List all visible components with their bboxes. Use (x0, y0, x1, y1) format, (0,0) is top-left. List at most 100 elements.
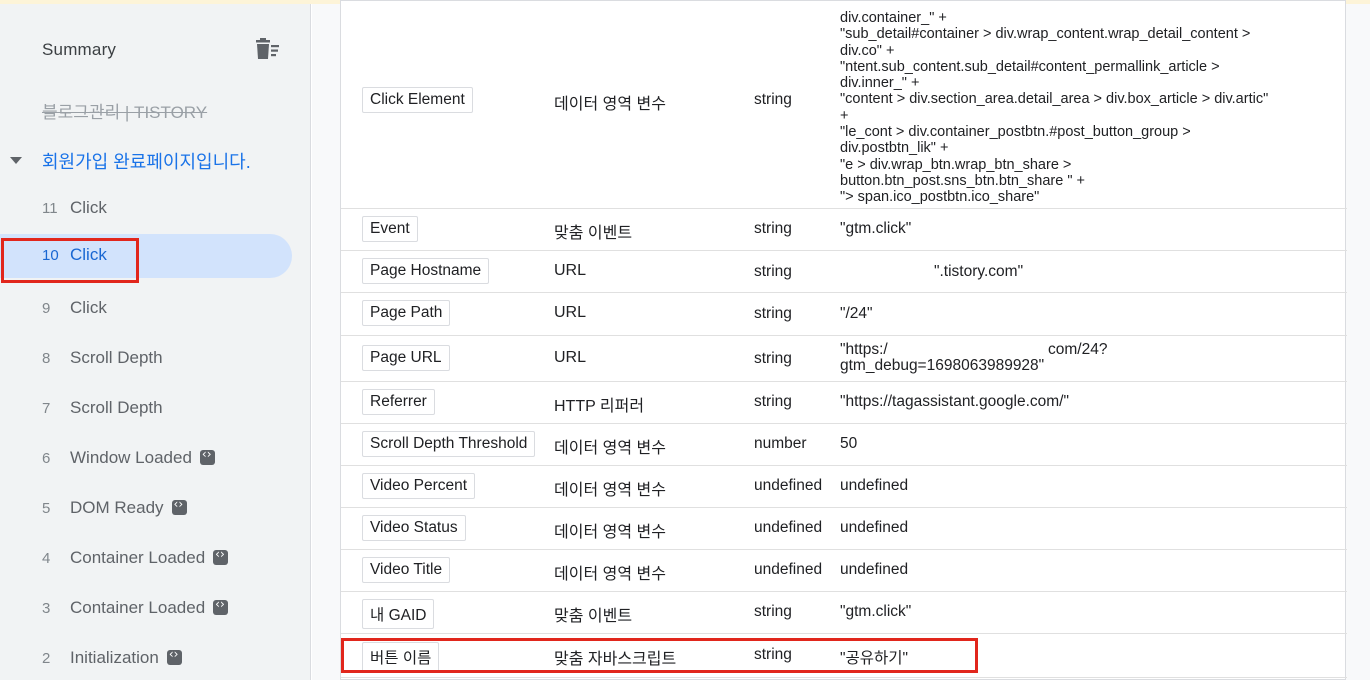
variable-name-chip[interactable]: Scroll Depth Threshold (362, 431, 536, 457)
variable-value: undefined (840, 561, 909, 578)
event-number: 2 (42, 650, 51, 667)
event-item[interactable]: 6 Window Loaded (0, 437, 292, 481)
variable-value: undefined (840, 519, 909, 536)
variables-panel: Click Element 데이터 영역 변수 string div.conta… (312, 0, 1370, 680)
variable-type: URL (554, 262, 587, 279)
code-icon (213, 597, 229, 615)
variable-type: 데이터 영역 변수 (554, 482, 666, 499)
variable-type: URL (554, 349, 587, 366)
page-row[interactable]: 회원가입 완료페이지입니다. (0, 144, 300, 178)
variable-name-chip[interactable]: Page Path (362, 300, 451, 326)
variable-value: "gtm.click" (840, 220, 912, 237)
event-name-text: DOM Ready (70, 498, 164, 517)
value-line: div.co" + (840, 42, 895, 59)
table-row: Click Element 데이터 영역 변수 string div.conta… (341, 1, 1347, 209)
event-number: 9 (42, 300, 51, 317)
event-number: 7 (42, 400, 51, 417)
event-item[interactable]: 11 Click (0, 187, 292, 231)
return-type: number (754, 435, 807, 452)
value-line: + (840, 107, 849, 124)
value-line: div.postbtn_lik" + (840, 140, 949, 157)
event-name: DOM Ready (70, 497, 187, 518)
event-name: Scroll Depth (70, 398, 163, 417)
value-line: div.container_" + (840, 10, 947, 26)
variable-value: ".tistory.com" (934, 263, 1024, 280)
table-row: Video Title 데이터 영역 변수 undefined undefine… (341, 550, 1347, 592)
clear-messages-icon[interactable] (254, 38, 280, 60)
page-title[interactable]: 회원가입 완료페이지입니다. (42, 148, 251, 174)
value-line: "ntent.sub_content.sub_detail#content_pe… (840, 58, 1220, 75)
variable-type: 데이터 영역 변수 (554, 524, 666, 541)
code-icon (171, 497, 187, 515)
variable-type: 데이터 영역 변수 (554, 96, 666, 113)
variable-type: 데이터 영역 변수 (554, 566, 666, 583)
variable-name-chip[interactable]: Referrer (362, 389, 435, 415)
event-number: 5 (42, 500, 51, 517)
table-row: 내 GAID 맞춤 이벤트 string "gtm.click" (341, 592, 1347, 634)
highlight-box-selected-event (1, 238, 139, 283)
table-row: Scroll Depth Threshold 데이터 영역 변수 number … (341, 424, 1347, 466)
event-name: Initialization (70, 647, 182, 668)
sidebar: Summary 블로그관리 | TISTORY 회원가입 완료페이지입니다. 1… (0, 4, 311, 680)
variable-type: 맞춤 이벤트 (554, 608, 633, 625)
event-item[interactable]: 4 Container Loaded (0, 537, 292, 581)
return-type: string (754, 603, 792, 620)
value-line: "> span.ico_postbtn.ico_share" (840, 189, 1040, 206)
event-item[interactable]: 9 Click (0, 287, 292, 331)
blog-title[interactable]: 블로그관리 | TISTORY (42, 98, 207, 123)
variable-type: 데이터 영역 변수 (554, 440, 666, 457)
code-icon (199, 447, 215, 465)
table-row: Video Status 데이터 영역 변수 undefined undefin… (341, 508, 1347, 550)
return-type: string (754, 91, 792, 108)
event-name: Click (70, 298, 107, 317)
summary-link[interactable]: Summary (42, 40, 116, 60)
variable-type: URL (554, 304, 587, 321)
event-item[interactable]: 2 Initialization (0, 637, 292, 680)
variable-value: "/24" (840, 305, 873, 322)
variable-name-chip[interactable]: Video Percent (362, 473, 476, 499)
event-item[interactable]: 3 Container Loaded (0, 587, 292, 631)
event-name-text: Window Loaded (70, 448, 192, 467)
value-line: "le_cont > div.container_postbtn.#post_b… (840, 124, 1191, 141)
return-type: string (754, 220, 792, 237)
variable-value: 50 (840, 435, 858, 452)
event-item[interactable]: 7 Scroll Depth (0, 387, 292, 431)
code-icon (213, 547, 229, 565)
event-number: 8 (42, 350, 51, 367)
event-name-text: Container Loaded (70, 548, 206, 567)
variable-name-chip[interactable]: Event (362, 216, 418, 242)
table-row: Page URL URL string "https:/ com/24? gtm… (341, 336, 1347, 382)
return-type: string (754, 263, 792, 280)
value-line: "e > div.wrap_btn.wrap_btn_share > (840, 156, 1072, 173)
table-row: Event 맞춤 이벤트 string "gtm.click" (341, 209, 1347, 251)
variable-name-chip[interactable]: Page Hostname (362, 258, 490, 284)
variable-value: undefined (840, 477, 909, 494)
variable-value-continued: com/24? (1048, 341, 1108, 358)
event-item[interactable]: 5 DOM Ready (0, 487, 292, 531)
event-number: 6 (42, 450, 51, 467)
event-name: Container Loaded (70, 547, 229, 568)
variable-type: HTTP 리퍼러 (554, 398, 645, 415)
variable-name-chip[interactable]: Page URL (362, 345, 450, 371)
table-row: Page Path URL string "/24" (341, 293, 1347, 336)
variable-name-chip[interactable]: Video Status (362, 515, 466, 541)
event-number: 3 (42, 600, 51, 617)
return-type: undefined (754, 561, 823, 578)
variable-name-chip[interactable]: Click Element (362, 87, 473, 113)
code-icon (166, 647, 182, 665)
table-row: Referrer HTTP 리퍼러 string "https://tagass… (341, 382, 1347, 424)
value-line: "content > div.section_area.detail_area … (840, 91, 1269, 108)
highlight-box-button-name-row (341, 638, 978, 673)
return-type: string (754, 393, 792, 410)
caret-down-icon[interactable] (10, 157, 22, 164)
value-line: "sub_detail#container > div.wrap_content… (840, 26, 1251, 43)
variable-value: "https://tagassistant.google.com/" (840, 393, 1069, 410)
event-name: Click (70, 198, 107, 217)
variable-name-chip[interactable]: Video Title (362, 557, 451, 583)
variable-value: div.container_" + "sub_detail#container … (840, 1, 1330, 206)
return-type: string (754, 350, 792, 367)
return-type: undefined (754, 477, 823, 494)
event-item[interactable]: 8 Scroll Depth (0, 337, 292, 381)
table-row: Video Percent 데이터 영역 변수 undefined undefi… (341, 466, 1347, 508)
variable-name-chip[interactable]: 내 GAID (362, 599, 435, 629)
